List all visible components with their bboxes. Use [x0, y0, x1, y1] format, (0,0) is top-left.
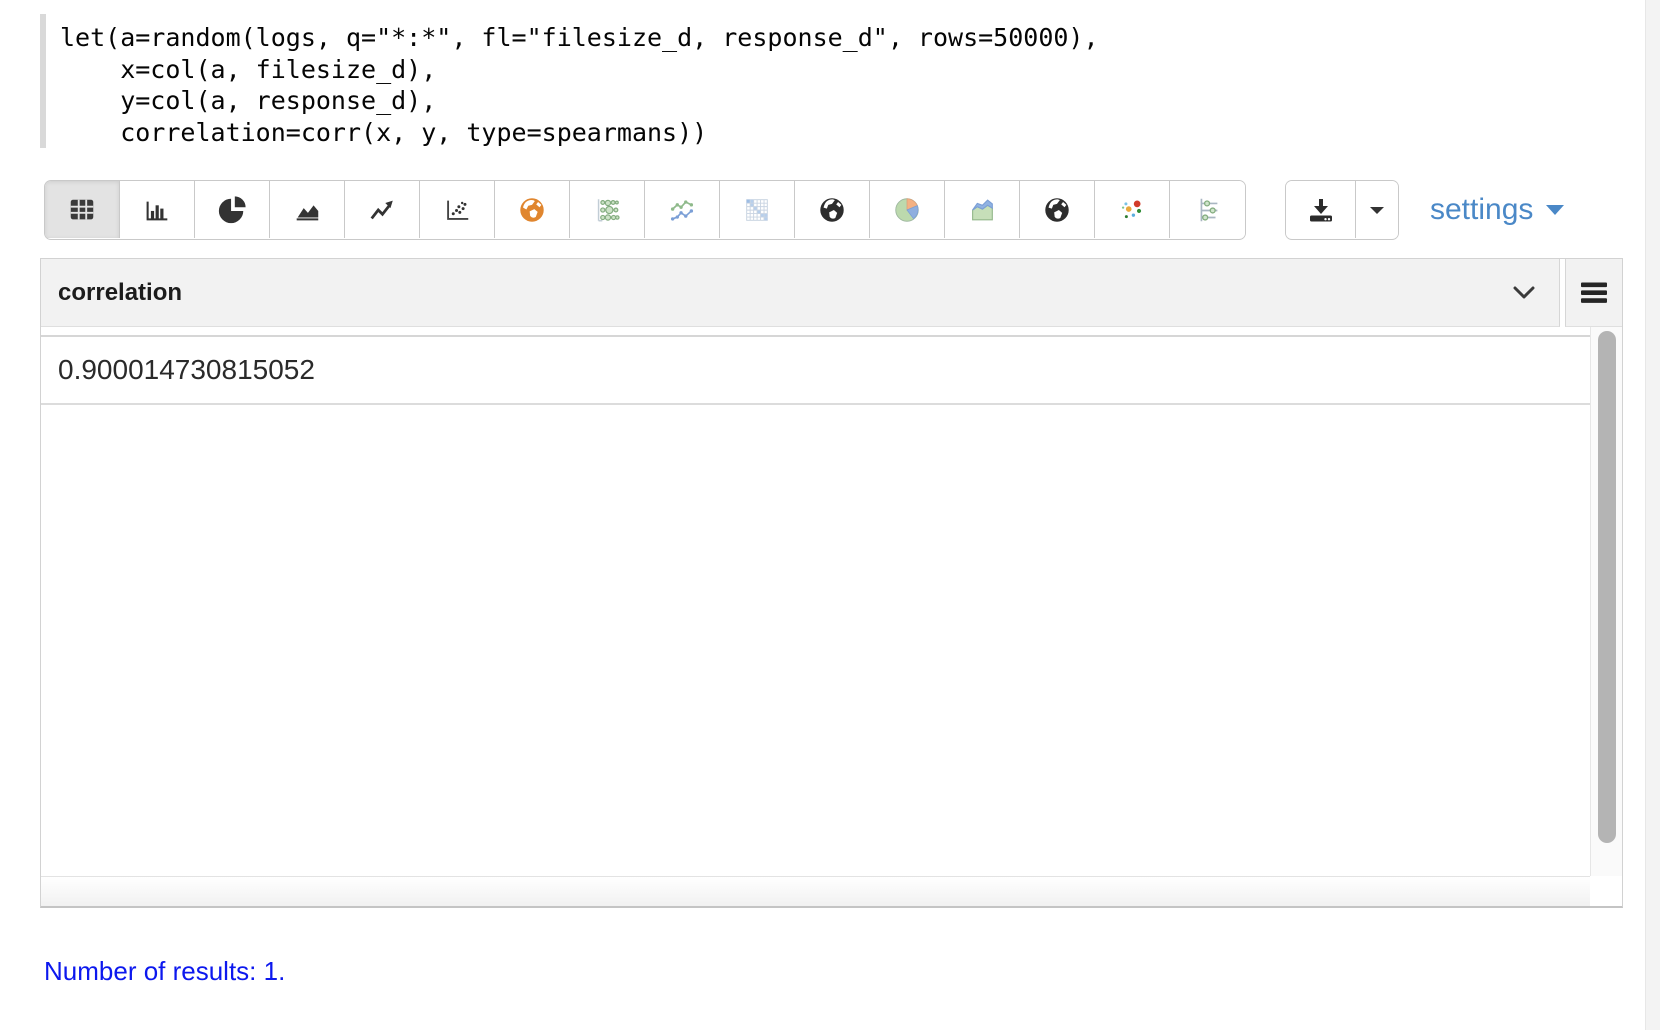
vertical-scrollbar[interactable]: [1590, 327, 1622, 876]
globe-icon: [816, 195, 848, 225]
code-block-left-bar: [40, 14, 46, 148]
viz-line-chart-button[interactable]: [345, 181, 420, 238]
viz-parallel-sliders-button[interactable]: [1170, 181, 1245, 238]
table-row: 0.900014730815052: [41, 337, 1590, 405]
download-options-button[interactable]: [1356, 181, 1398, 238]
table-header-row: correlation: [41, 259, 1622, 327]
viz-bubble-chart-button[interactable]: [570, 181, 645, 238]
globe-icon: [1041, 195, 1073, 225]
scatter-plot-icon: [441, 195, 473, 225]
code-line: x=col(a, filesize_d),: [60, 54, 1099, 86]
parallel-sliders-icon: [1192, 195, 1224, 225]
table-footer-bar: [41, 876, 1622, 906]
viz-multi-line-chart-button[interactable]: [645, 181, 720, 238]
table-icon: [66, 195, 98, 225]
viz-pie-chart-button[interactable]: [195, 181, 270, 238]
column-header-label: correlation: [58, 279, 1511, 307]
code-editor[interactable]: let(a=random(logs, q="*:*", fl="filesize…: [40, 14, 1240, 150]
colored-pie-chart-icon: [891, 195, 923, 225]
hamburger-menu-icon: [1580, 282, 1608, 304]
bar-chart-icon: [141, 195, 173, 225]
settings-label: settings: [1430, 193, 1533, 227]
multi-line-chart-icon: [666, 195, 698, 225]
result-table-panel: correlation 0.900014730815052: [40, 258, 1623, 908]
viz-world-map-button[interactable]: [495, 181, 570, 238]
code-line: y=col(a, response_d),: [60, 85, 1099, 117]
scrollbar-thumb[interactable]: [1598, 331, 1616, 843]
results-count-text: Number of results: 1.: [44, 956, 285, 987]
download-icon: [1304, 194, 1338, 226]
code-line: correlation=corr(x, y, type=spearmans)): [60, 117, 1099, 149]
viz-globe-2-button[interactable]: [1020, 181, 1095, 238]
heatmap-icon: [741, 195, 773, 225]
line-chart-icon: [366, 195, 398, 225]
table-body: 0.900014730815052: [41, 327, 1622, 876]
bubble-chart-icon: [591, 195, 623, 225]
download-button-group: [1285, 180, 1399, 240]
colored-scatter-icon: [1116, 195, 1148, 225]
viz-area-chart-button[interactable]: [270, 181, 345, 238]
footer-strip: [41, 876, 1590, 906]
code-text: let(a=random(logs, q="*:*", fl="filesize…: [60, 22, 1099, 148]
viz-colored-pie-chart-button[interactable]: [870, 181, 945, 238]
viz-table-button[interactable]: [45, 181, 120, 238]
caret-down-icon: [1544, 203, 1566, 217]
settings-toggle[interactable]: settings: [1430, 180, 1566, 240]
stacked-area-chart-icon: [966, 195, 998, 225]
viz-scatter-plot-button[interactable]: [420, 181, 495, 238]
table-rows-area: 0.900014730815052: [41, 327, 1590, 876]
column-header-correlation[interactable]: correlation: [41, 259, 1560, 327]
page-scrollbar-gutter[interactable]: [1645, 0, 1660, 1030]
viz-colored-scatter-button[interactable]: [1095, 181, 1170, 238]
table-menu-button[interactable]: [1565, 259, 1622, 327]
chart-type-button-group: [44, 180, 1246, 240]
caret-down-icon: [1367, 203, 1387, 217]
world-map-orange-icon: [516, 195, 548, 225]
download-button[interactable]: [1286, 181, 1356, 238]
viz-bar-chart-button[interactable]: [120, 181, 195, 238]
viz-stacked-area-chart-button[interactable]: [945, 181, 1020, 238]
viz-globe-button[interactable]: [795, 181, 870, 238]
viz-heatmap-button[interactable]: [720, 181, 795, 238]
table-cell-correlation-value: 0.900014730815052: [58, 354, 315, 386]
chevron-down-icon[interactable]: [1511, 285, 1537, 301]
pie-chart-icon: [216, 195, 248, 225]
area-chart-icon: [291, 195, 323, 225]
notebook-paragraph: { "code": { "lines": [ "let(a=random(log…: [0, 0, 1660, 1030]
code-line: let(a=random(logs, q="*:*", fl="filesize…: [60, 22, 1099, 54]
visualization-toolbar: settings: [0, 180, 1660, 240]
scrollbar-corner: [1590, 876, 1622, 906]
